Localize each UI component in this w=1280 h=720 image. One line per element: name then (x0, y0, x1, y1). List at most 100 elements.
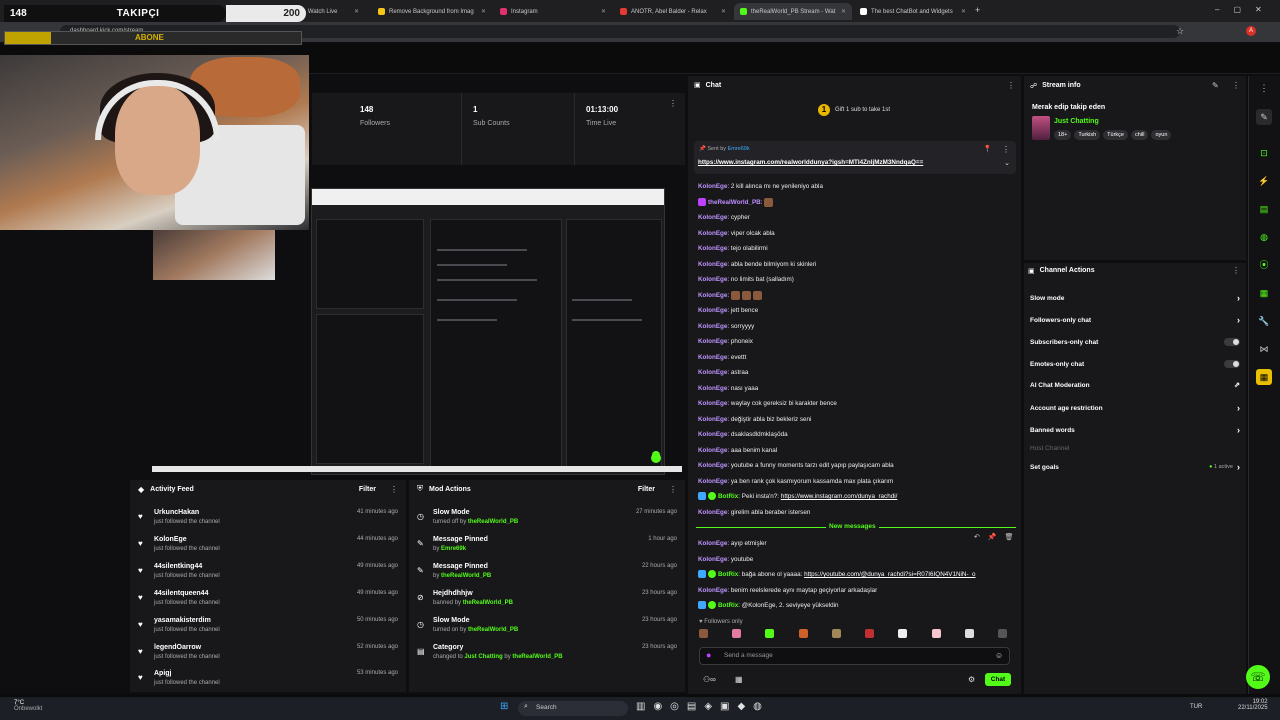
more-icon[interactable]: ⋮ (1256, 80, 1272, 96)
more-icon[interactable]: ⋮ (669, 99, 677, 108)
chat-username[interactable]: theRealWorld_PB (708, 199, 761, 206)
taskbar-search[interactable]: Search (518, 701, 628, 716)
document-icon[interactable]: ▤ (1256, 201, 1272, 217)
broadcast-icon[interactable]: ⦿ (1256, 257, 1272, 273)
close-icon[interactable]: ✕ (961, 8, 966, 15)
tag[interactable]: chill (1130, 130, 1149, 140)
layout-icon[interactable]: ▦ (1256, 285, 1272, 301)
chat-username[interactable]: KolonEge (698, 214, 727, 221)
browser-tab-music[interactable]: ANOTR, Abel Balder - Relax ✕ (614, 3, 732, 20)
star-icon[interactable]: ☆ (1176, 26, 1184, 37)
filter-button[interactable]: Filter (638, 486, 655, 493)
action-account-age[interactable]: Account age restriction › (1030, 401, 1240, 415)
calendar-icon[interactable]: ▦ (1256, 369, 1272, 385)
chat-username[interactable]: KolonEge (698, 540, 727, 547)
more-icon[interactable]: ⋮ (1007, 81, 1015, 90)
close-icon[interactable]: ✕ (354, 8, 359, 15)
action-ai-moderation[interactable]: AI Chat Moderation ⇗ (1030, 378, 1240, 392)
chat-username[interactable]: BotRix (718, 571, 738, 578)
profile-avatar[interactable]: A (1246, 26, 1256, 36)
chat-tools-icon[interactable]: ⚇∞ (703, 675, 716, 684)
close-icon[interactable]: ✕ (721, 8, 726, 15)
more-icon[interactable]: ⋮ (1232, 266, 1240, 275)
chat-username[interactable]: KolonEge (698, 385, 727, 392)
edit-icon[interactable]: ✎ (1256, 109, 1272, 125)
chat-username[interactable]: KolonEge (698, 323, 727, 330)
chat-username[interactable]: KolonEge (698, 354, 727, 361)
more-icon[interactable]: ⋮ (1002, 145, 1010, 154)
emote[interactable] (831, 629, 841, 638)
action-slow-mode[interactable]: Slow mode › (1030, 291, 1240, 305)
chat-username[interactable]: KolonEge (698, 447, 727, 454)
emoji-icon[interactable]: ☺ (995, 651, 1003, 660)
pinned-link[interactable]: https://www.instagram.com/realworlddunya… (698, 159, 923, 166)
edit-icon[interactable]: ✎ (1212, 81, 1219, 90)
chat-username[interactable]: KolonEge (698, 230, 727, 237)
filter-button[interactable]: Filter (359, 486, 376, 493)
chat-username[interactable]: KolonEge (698, 245, 727, 252)
username[interactable]: yasamakisterdim (154, 617, 211, 624)
close-icon[interactable]: ✕ (601, 8, 606, 15)
message-actions[interactable]: ↶📌🗑 (974, 533, 1021, 541)
mod-user[interactable]: theRealWorld_PB (468, 519, 518, 525)
chat-username[interactable]: KolonEge (698, 307, 727, 314)
pinned-user[interactable]: Emre69k (728, 146, 750, 152)
subscribers-only-toggle[interactable] (1224, 338, 1240, 346)
username[interactable]: legendOarrow (154, 644, 201, 651)
emote[interactable] (765, 629, 775, 638)
tag[interactable]: oyun (1151, 130, 1172, 140)
browser-tab-stream[interactable]: theRealWorld_PB Stream - Wat ✕ (734, 3, 852, 20)
mod-user[interactable]: theRealWorld_PB (512, 654, 562, 660)
username[interactable]: Apigj (154, 670, 172, 677)
action-followers-only[interactable]: Followers-only chat › (1030, 313, 1240, 327)
chat-username[interactable]: KolonEge (698, 556, 727, 563)
help-chat-icon[interactable]: ☏ (1246, 665, 1270, 689)
send-chat-button[interactable]: Chat (985, 673, 1011, 686)
clock[interactable]: 19:02 22/11/2025 (1238, 699, 1268, 711)
category-link[interactable]: Just Chatting (464, 654, 502, 660)
close-icon[interactable]: ✕ (841, 8, 846, 15)
mod-user[interactable]: theRealWorld_PB (468, 627, 518, 633)
action-banned-words[interactable]: Banned words › (1030, 423, 1240, 437)
mod-user[interactable]: theRealWorld_PB (463, 600, 513, 606)
chat-username[interactable]: KolonEge (698, 338, 727, 345)
language-indicator[interactable]: TUR (1190, 704, 1202, 710)
browser-tab-instagram[interactable]: Instagram ✕ (494, 3, 612, 20)
action-set-goals[interactable]: Set goals ● 1 active › (1030, 460, 1240, 474)
chat-username[interactable]: KolonEge (698, 509, 727, 516)
mod-user[interactable]: Emre69k (441, 546, 466, 552)
chat-username[interactable]: KolonEge (698, 400, 727, 407)
chat-link[interactable]: https://youtube.com/@dunya_rachdi?si=R07… (804, 571, 975, 578)
mod-user[interactable]: theRealWorld_PB (441, 573, 491, 579)
calendar-icon[interactable]: ▦ (735, 675, 743, 684)
browser-tab-removebg[interactable]: Remove Background from Imag ✕ (372, 3, 492, 20)
lightning-icon[interactable]: ⚡ (1256, 173, 1272, 189)
chevron-down-icon[interactable]: ⌄ (1004, 159, 1010, 167)
microphone-icon[interactable]: ● (706, 650, 711, 660)
chat-username[interactable]: KolonEge (698, 276, 727, 283)
chat-username[interactable]: KolonEge (698, 183, 727, 190)
chat-username[interactable]: KolonEge (698, 369, 727, 376)
browser-tab-chatbot[interactable]: The best ChatBot and Widgets ✕ (854, 3, 972, 20)
more-icon[interactable]: ⋮ (1232, 81, 1240, 90)
unpin-icon[interactable]: 📍 (983, 145, 992, 153)
emote[interactable] (699, 629, 708, 638)
wrench-icon[interactable]: 🔧 (1256, 313, 1272, 329)
emotes-only-toggle[interactable] (1224, 360, 1240, 368)
tag[interactable]: Türkçe (1103, 130, 1128, 140)
chat-link[interactable]: https://www.instagram.com/dunya_rachdi/ (781, 493, 898, 500)
emote[interactable] (865, 629, 875, 638)
username[interactable]: KolonEge (154, 536, 187, 543)
emote[interactable] (732, 629, 742, 638)
windows-start-icon[interactable]: ⊞ (500, 701, 508, 712)
username[interactable]: 44silentqueen44 (154, 590, 208, 597)
chat-username[interactable]: BotRix (718, 493, 738, 500)
emote[interactable] (964, 629, 974, 638)
chat-username[interactable]: KolonEge (698, 431, 727, 438)
share-icon[interactable]: ⋈ (1256, 341, 1272, 357)
more-icon[interactable]: ⋮ (390, 485, 398, 494)
window-controls[interactable]: –▢✕ (1215, 5, 1276, 14)
username[interactable]: UrkuncHakan (154, 509, 199, 516)
chat-username[interactable]: KolonEge (698, 261, 727, 268)
chat-input[interactable]: Send a message (699, 647, 1010, 665)
